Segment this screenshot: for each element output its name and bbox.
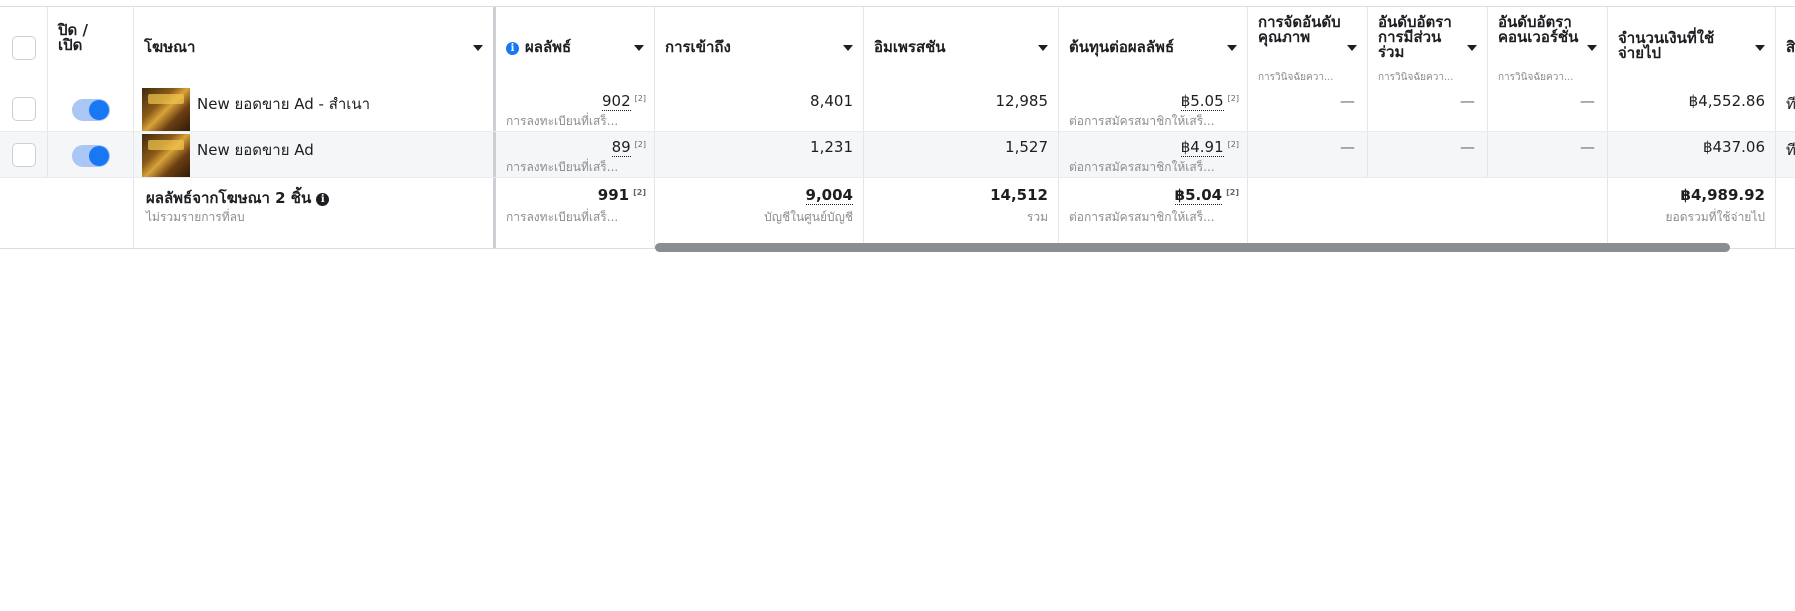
results-type: การลงทะเบียนที่เสร็... (506, 160, 619, 174)
header-results-label: ผลลัพธ์ (525, 38, 572, 56)
header-ad-label: โฆษณา (144, 38, 196, 56)
header-engagement-sub: การวินิจฉัยควา... (1378, 72, 1454, 83)
attribution-note: [2] (1226, 188, 1239, 197)
results-type: การลงทะเบียนที่เสร็... (506, 114, 619, 128)
totals-amount-sub: ยอดรวมที่ใช้จ่ายไป (1665, 210, 1766, 224)
header-impressions[interactable]: อิมเพรสชัน (864, 7, 1059, 86)
table-row[interactable]: New ยอดขาย Ad 89 [2] การลงทะเบียนที่เสร็.… (0, 132, 1795, 178)
ad-thumbnail (142, 88, 190, 131)
select-all-checkbox[interactable] (12, 36, 36, 60)
header-toggle-label: ปิด / เปิด (58, 21, 88, 54)
toggle-knob (89, 100, 109, 120)
cost-per-result-value[interactable]: ฿5.05 (1180, 92, 1224, 111)
reach-value: 8,401 (810, 92, 853, 110)
totals-amount-value: ฿4,989.92 (1680, 186, 1765, 204)
chevron-down-icon[interactable] (843, 45, 853, 51)
horizontal-scrollbar[interactable] (655, 243, 1730, 252)
header-toggle[interactable]: ปิด / เปิด (48, 7, 134, 86)
select-all-cell (0, 7, 48, 86)
header-quality-ranking[interactable]: การจัดอันดับคุณภาพ การวินิจฉัยควา... (1248, 7, 1368, 86)
totals-cost-per-result-value[interactable]: ฿5.04 (1174, 186, 1223, 205)
totals-title: ผลลัพธ์จากโฆษณา 2 ชิ้น (146, 189, 312, 207)
chevron-down-icon[interactable] (1755, 45, 1765, 51)
attribution-note: [2] (633, 188, 646, 197)
chevron-down-icon[interactable] (1587, 45, 1597, 51)
impressions-value: 1,527 (1005, 138, 1048, 156)
totals-reach-sub: บัญชีในศูนย์บัญชี (764, 210, 853, 224)
chevron-down-icon[interactable] (473, 45, 483, 51)
totals-subtitle: ไม่รวมรายการที่ลบ (146, 210, 245, 224)
header-engagement-label: อันดับอัตราการมีส่วนร่วม (1378, 13, 1452, 61)
header-cost-per-result[interactable]: ต้นทุนต่อผลลัพธ์ (1059, 7, 1248, 86)
chevron-down-icon[interactable] (1227, 45, 1237, 51)
totals-impressions-sub: รวม (1026, 210, 1048, 224)
ad-name-link[interactable]: New ยอดขาย Ad - สำเนา (197, 92, 370, 116)
reach-value: 1,231 (810, 138, 853, 156)
attribution-note: [2] (634, 140, 646, 149)
ad-thumbnail (142, 134, 190, 177)
next-column-value: ที (1786, 95, 1795, 113)
amount-spent-value: ฿437.06 (1702, 138, 1765, 156)
next-column-value: ที (1786, 141, 1795, 159)
header-impressions-label: อิมเพรสชัน (874, 38, 946, 56)
ad-name-link[interactable]: New ยอดขาย Ad (197, 138, 314, 162)
header-amount-spent[interactable]: จำนวนเงินที่ใช้จ่ายไป (1608, 7, 1776, 86)
attribution-note: [2] (1227, 140, 1239, 149)
results-value[interactable]: 902 (602, 92, 631, 111)
header-cost-per-result-label: ต้นทุนต่อผลลัพธ์ (1069, 38, 1175, 56)
amount-spent-value: ฿4,552.86 (1688, 92, 1765, 110)
chevron-down-icon[interactable] (1038, 45, 1048, 51)
cost-per-result-type: ต่อการสมัครสมาชิกให้เสร็... (1069, 114, 1215, 128)
info-icon[interactable]: i (316, 193, 330, 206)
table-header-row: ปิด / เปิด โฆษณา i ผลลัพธ์ การเข้าถึง อิม… (0, 6, 1795, 87)
header-next-label: สิ (1786, 38, 1795, 56)
header-ad[interactable]: โฆษณา (134, 7, 496, 86)
header-quality-sub: การวินิจฉัยควา... (1258, 72, 1334, 83)
quality-ranking-value: — (1340, 138, 1355, 156)
header-results[interactable]: i ผลลัพธ์ (496, 7, 655, 86)
row-checkbox[interactable] (12, 143, 36, 167)
chevron-down-icon[interactable] (634, 45, 644, 51)
header-conversion-label: อันดับอัตราคอนเวอร์ชั่น (1498, 13, 1579, 46)
header-conversion-sub: การวินิจฉัยควา... (1498, 72, 1574, 83)
engagement-ranking-value: — (1460, 92, 1475, 110)
totals-results-type: การลงทะเบียนที่เสร็... (506, 210, 619, 224)
table-row[interactable]: New ยอดขาย Ad - สำเนา 902 [2] การลงทะเบีย… (0, 86, 1795, 132)
ad-toggle-switch[interactable] (72, 99, 110, 121)
header-next-column[interactable]: สิ (1776, 7, 1795, 86)
totals-row: ผลลัพธ์จากโฆษณา 2 ชิ้น i ไม่รวมรายการที่ล… (0, 178, 1795, 249)
info-icon[interactable]: i (506, 42, 519, 55)
header-conversion-ranking[interactable]: อันดับอัตราคอนเวอร์ชั่น การวินิจฉัยควา..… (1488, 7, 1608, 86)
chevron-down-icon[interactable] (1347, 45, 1357, 51)
totals-impressions-value: 14,512 (990, 186, 1048, 204)
impressions-value: 12,985 (995, 92, 1049, 110)
totals-results-value: 991 (597, 186, 630, 204)
header-quality-label: การจัดอันดับคุณภาพ (1258, 13, 1341, 46)
header-engagement-ranking[interactable]: อันดับอัตราการมีส่วนร่วม การวินิจฉัยควา.… (1368, 7, 1488, 86)
cost-per-result-type: ต่อการสมัครสมาชิกให้เสร็... (1069, 160, 1215, 174)
row-checkbox[interactable] (12, 97, 36, 121)
quality-ranking-value: — (1340, 92, 1355, 110)
results-value[interactable]: 89 (611, 138, 631, 157)
chevron-down-icon[interactable] (1467, 45, 1477, 51)
totals-cost-type: ต่อการสมัครสมาชิกให้เสร็... (1069, 210, 1215, 224)
conversion-ranking-value: — (1580, 92, 1595, 110)
conversion-ranking-value: — (1580, 138, 1595, 156)
ad-toggle-switch[interactable] (72, 145, 110, 167)
attribution-note: [2] (1227, 94, 1239, 103)
header-reach[interactable]: การเข้าถึง (655, 7, 864, 86)
toggle-knob (89, 146, 109, 166)
header-amount-label: จำนวนเงินที่ใช้จ่ายไป (1618, 29, 1715, 62)
header-reach-label: การเข้าถึง (665, 38, 731, 56)
engagement-ranking-value: — (1460, 138, 1475, 156)
totals-reach-value[interactable]: 9,004 (805, 186, 853, 205)
attribution-note: [2] (634, 94, 646, 103)
cost-per-result-value[interactable]: ฿4.91 (1180, 138, 1224, 157)
